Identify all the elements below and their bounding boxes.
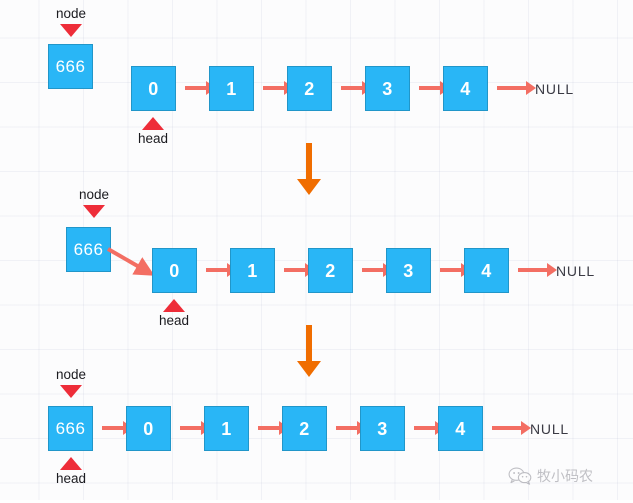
list-node-2-row3[interactable]: 2 bbox=[282, 406, 327, 451]
arrow-shaft bbox=[306, 325, 312, 361]
link-arrow-666-0-row3 bbox=[102, 426, 124, 430]
list-node-2-row2[interactable]: 2 bbox=[308, 248, 353, 293]
list-node-1-row3[interactable]: 1 bbox=[204, 406, 249, 451]
link-arrow-1-2-row2 bbox=[284, 268, 306, 272]
triangle-up-icon bbox=[163, 299, 185, 312]
triangle-up-icon bbox=[60, 457, 82, 470]
pointer-node-row3: node bbox=[41, 367, 101, 398]
list-node-4-row3[interactable]: 4 bbox=[438, 406, 483, 451]
link-arrow-0-1-row2 bbox=[206, 268, 228, 272]
list-node-4-row2[interactable]: 4 bbox=[464, 248, 509, 293]
new-node-box-row3[interactable]: 666 bbox=[48, 406, 93, 451]
link-arrow-4-null-row2 bbox=[518, 268, 548, 272]
link-arrow-2-3-row2 bbox=[362, 268, 384, 272]
diagram-canvas: node 666 0 1 2 3 4 NULL head node 666 0 … bbox=[0, 0, 633, 503]
step-arrow-2 bbox=[297, 325, 321, 377]
link-arrow-1-2-row3 bbox=[258, 426, 280, 430]
list-node-1-row2[interactable]: 1 bbox=[230, 248, 275, 293]
list-node-3-row2[interactable]: 3 bbox=[386, 248, 431, 293]
pointer-head-row3: head bbox=[41, 457, 101, 487]
link-arrow-3-4-row3 bbox=[414, 426, 436, 430]
link-arrow-4-null-row3 bbox=[492, 426, 522, 430]
null-terminator-row2: NULL bbox=[556, 263, 595, 279]
wechat-icon bbox=[508, 467, 532, 485]
link-arrow-2-3-row3 bbox=[336, 426, 358, 430]
link-arrow-0-1-row3 bbox=[180, 426, 202, 430]
pointer-label: node bbox=[55, 367, 87, 382]
pointer-label: head bbox=[158, 313, 190, 328]
pointer-head-row2: head bbox=[144, 299, 204, 329]
null-terminator-row3: NULL bbox=[530, 421, 569, 437]
arrow-head-down-icon bbox=[297, 361, 321, 377]
list-node-3-row3[interactable]: 3 bbox=[360, 406, 405, 451]
list-node-0-row3[interactable]: 0 bbox=[126, 406, 171, 451]
list-node-0-row2[interactable]: 0 bbox=[152, 248, 197, 293]
link-arrow-3-4-row2 bbox=[440, 268, 462, 272]
watermark: 牧小码农 bbox=[508, 466, 593, 486]
watermark-text: 牧小码农 bbox=[537, 469, 593, 485]
triangle-down-icon bbox=[60, 384, 82, 398]
pointer-label: head bbox=[55, 471, 87, 486]
